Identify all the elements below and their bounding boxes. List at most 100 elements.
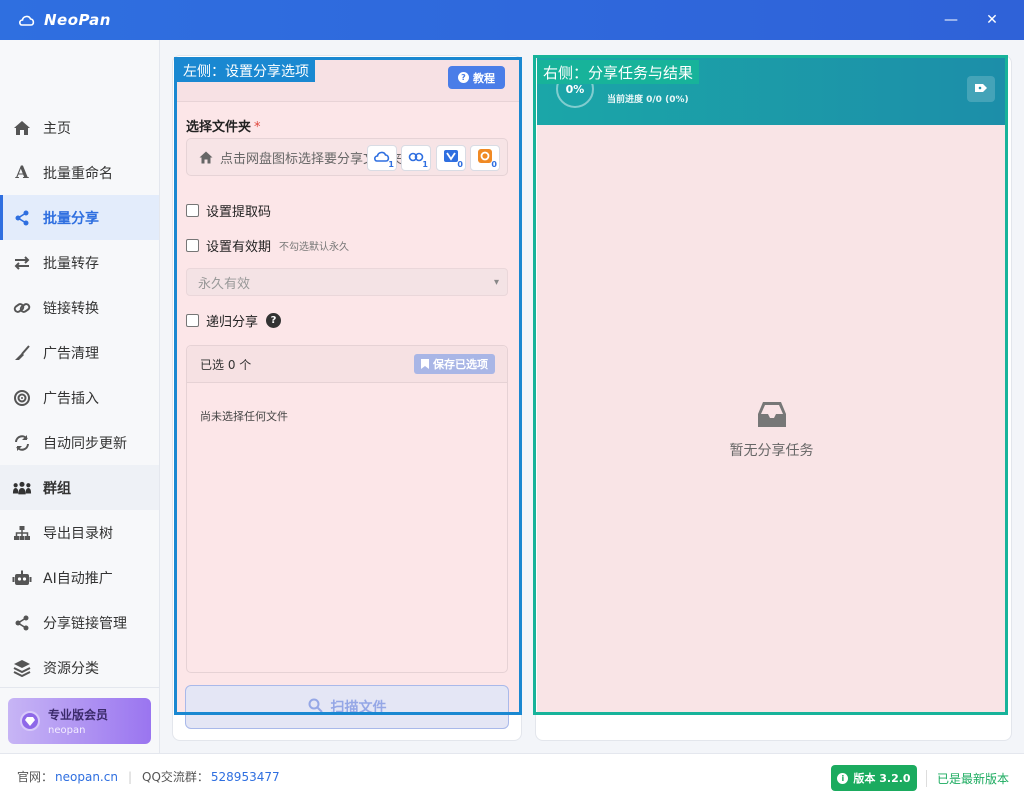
empty-tasks-state: 暂无分享任务	[537, 400, 1006, 460]
disk-badge: 1	[422, 160, 428, 169]
selected-count: 已选 0 个	[200, 357, 252, 372]
right-section-tag: 右侧：分享任务与结果	[537, 60, 700, 84]
chevron-down-icon: ▾	[493, 277, 499, 288]
baidu-cloud-button[interactable]: 1	[367, 145, 397, 171]
sidebar-item-label: 导出目录树	[43, 525, 113, 542]
extract-code-label: 设置提取码	[206, 205, 272, 220]
expiry-select[interactable]: 永久有效 ▾	[186, 268, 508, 296]
recursive-share-option[interactable]: 递归分享 ?	[186, 311, 282, 330]
sidebar: 主页 A 批量重命名 批量分享 批量转存 链接转换 广告清理 广告插入 自动同步	[0, 40, 160, 753]
vip-card[interactable]: 专业版会员 neopan	[8, 698, 151, 744]
selected-files-header: 已选 0 个 保存已选项	[187, 346, 507, 383]
save-selected-button[interactable]: 保存已选项	[414, 354, 495, 374]
tutorial-button[interactable]: ? 教程	[448, 66, 505, 89]
cloud-logo-icon	[18, 11, 36, 29]
sidebar-item-label: 分享链接管理	[43, 615, 127, 632]
expiry-hint: 不勾选默认永久	[279, 242, 350, 253]
expiry-checkbox[interactable]	[186, 239, 199, 252]
exchange-icon	[12, 253, 32, 273]
sidebar-item-ai-promote[interactable]: AI自动推广	[0, 555, 159, 600]
selected-files-box: 已选 0 个 保存已选项 尚未选择任何文件	[186, 345, 508, 673]
tutorial-label: 教程	[473, 71, 495, 85]
minimize-button[interactable]: —	[938, 8, 964, 32]
sidebar-item-label: 链接转换	[43, 300, 99, 317]
sidebar-item-ad-clean[interactable]: 广告清理	[0, 330, 159, 375]
sidebar-item-link-convert[interactable]: 链接转换	[0, 285, 159, 330]
sidebar-divider	[0, 687, 159, 688]
robot-icon	[12, 568, 32, 588]
qq-number[interactable]: 528953477	[211, 770, 280, 784]
expiry-select-value: 永久有效	[198, 276, 251, 292]
info-icon: i	[837, 772, 849, 784]
sidebar-item-auto-sync[interactable]: 自动同步更新	[0, 420, 159, 465]
sidebar-item-label: AI自动推广	[43, 570, 113, 587]
empty-tasks-message: 暂无分享任务	[729, 443, 814, 459]
sidebar-item-label: 资源分类	[43, 660, 99, 677]
target-icon	[12, 388, 32, 408]
app-title: NeoPan	[44, 11, 111, 29]
sidebar-item-share-link-manage[interactable]: 分享链接管理	[0, 600, 159, 645]
share-icon	[12, 208, 32, 228]
sidebar-item-label: 批量重命名	[43, 165, 113, 182]
sidebar-item-label: 广告清理	[43, 345, 99, 362]
sidebar-item-label: 批量分享	[43, 210, 99, 227]
help-icon[interactable]: ?	[266, 313, 282, 328]
sidebar-item-groups[interactable]: 群组	[0, 465, 159, 510]
sidebar-item-home[interactable]: 主页	[0, 105, 159, 150]
footer: 官网： neopan.cn | QQ交流群： 528953477 i 版本 3.…	[0, 753, 1024, 799]
sidebar-item-resource-category[interactable]: 资源分类	[0, 645, 159, 690]
save-selected-label: 保存已选项	[433, 358, 488, 371]
sidebar-item-label: 广告插入	[43, 390, 99, 407]
version-label: 版本 3.2.0	[853, 772, 911, 785]
inbox-icon	[755, 400, 789, 430]
folder-label-text: 选择文件夹	[186, 120, 252, 135]
disk-badge: 0	[491, 160, 497, 169]
folder-field-label: 选择文件夹 *	[186, 116, 261, 135]
sidebar-item-label: 主页	[43, 120, 71, 137]
home-icon	[199, 150, 213, 164]
disk-badge: 1	[388, 160, 394, 169]
tianyi-button[interactable]: 0	[436, 145, 466, 171]
sidebar-item-export-tree[interactable]: 导出目录树	[0, 510, 159, 555]
aliyun-button[interactable]: 1	[401, 145, 431, 171]
recursive-share-checkbox[interactable]	[186, 314, 199, 327]
expiry-option[interactable]: 设置有效期 不勾选默认永久	[186, 236, 349, 255]
close-button[interactable]: ✕	[979, 8, 1005, 32]
vip-gem-icon	[20, 711, 40, 731]
extract-code-option[interactable]: 设置提取码	[186, 201, 271, 220]
task-progress: 当前进度 0/0 (0%)	[607, 95, 689, 105]
left-section-tag: 左侧：设置分享选项	[177, 60, 315, 82]
clear-tasks-button[interactable]	[967, 76, 995, 102]
extract-code-checkbox[interactable]	[186, 204, 199, 217]
eraser-icon	[974, 82, 988, 97]
site-link[interactable]: neopan.cn	[55, 770, 118, 784]
version-badge[interactable]: i 版本 3.2.0	[831, 765, 917, 791]
required-mark: *	[254, 120, 261, 135]
sidebar-nav: 主页 A 批量重命名 批量分享 批量转存 链接转换 广告清理 广告插入 自动同步	[0, 105, 159, 690]
link-icon	[12, 298, 32, 318]
vip-title: 专业版会员	[48, 708, 109, 722]
question-circle-icon: ?	[458, 72, 469, 83]
search-icon	[308, 698, 323, 717]
qq-label: QQ交流群：	[142, 770, 209, 784]
sidebar-item-ad-insert[interactable]: 广告插入	[0, 375, 159, 420]
empty-selection-text: 尚未选择任何文件	[200, 410, 288, 423]
sidebar-item-label: 自动同步更新	[43, 435, 127, 452]
share-nodes-icon	[12, 613, 32, 633]
expiry-label: 设置有效期	[206, 240, 272, 255]
title-bar: NeoPan — ✕	[0, 0, 1024, 40]
sitemap-icon	[12, 523, 32, 543]
vip-subtitle: neopan	[48, 725, 86, 736]
sidebar-item-label: 批量转存	[43, 255, 99, 272]
scan-files-label: 扫描文件	[330, 700, 387, 716]
footer-separator: |	[127, 769, 132, 784]
sidebar-item-batch-rename[interactable]: A 批量重命名	[0, 150, 159, 195]
sidebar-item-batch-share[interactable]: 批量分享	[0, 195, 159, 240]
disk-badge: 0	[457, 160, 463, 169]
layers-icon	[12, 658, 32, 678]
scan-files-button[interactable]: 扫描文件	[185, 685, 509, 729]
sync-icon	[12, 433, 32, 453]
quark-button[interactable]: 0	[470, 145, 500, 171]
sidebar-item-batch-transfer[interactable]: 批量转存	[0, 240, 159, 285]
home-icon	[12, 118, 32, 138]
